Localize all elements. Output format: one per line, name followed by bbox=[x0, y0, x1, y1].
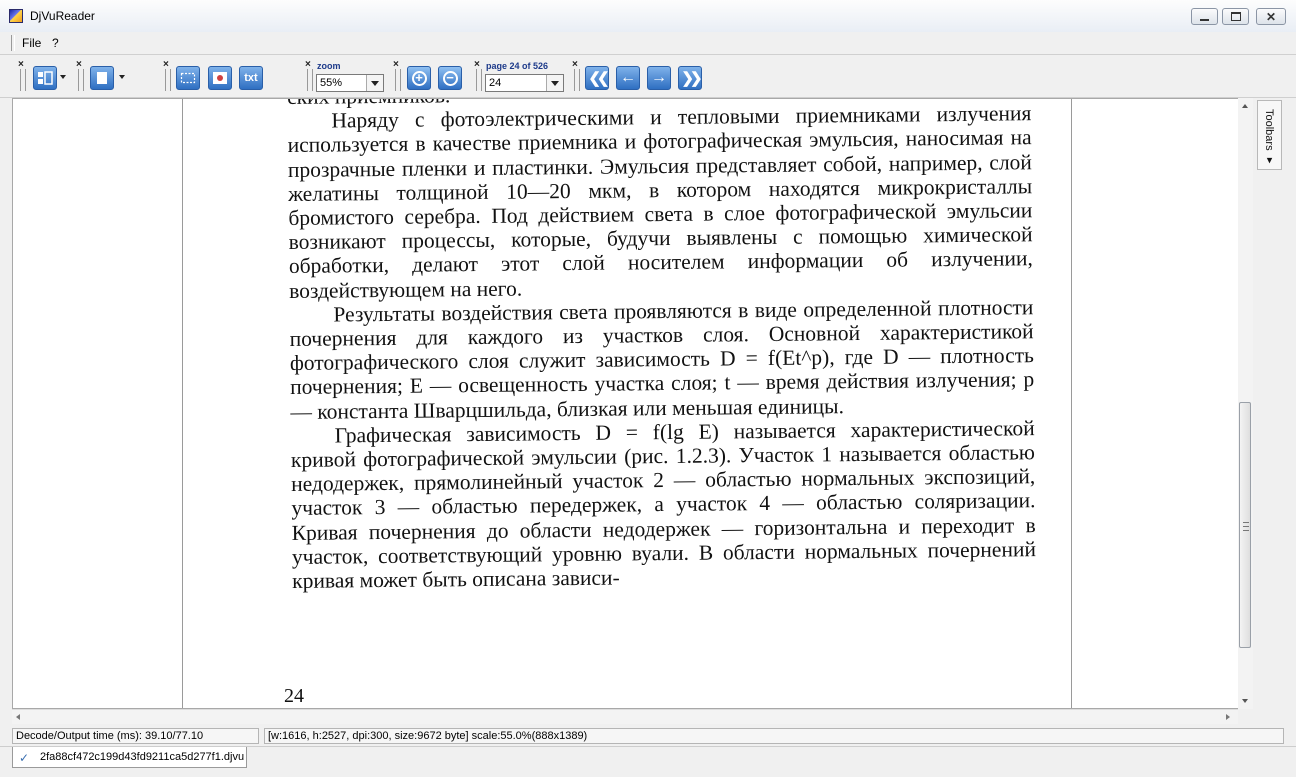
toolbars-side-tab[interactable]: Toolbars ▾ bbox=[1257, 100, 1282, 170]
image-icon bbox=[213, 72, 227, 84]
text-paragraph: Наряду с фотоэлектрическими и тепловыми … bbox=[287, 101, 1033, 303]
window-title: DjVuReader bbox=[30, 9, 95, 23]
scroll-right-icon[interactable] bbox=[1226, 714, 1230, 720]
menu-file[interactable]: File bbox=[22, 36, 41, 50]
page-text: ских приемников. Наряду с фотоэлектричес… bbox=[287, 99, 1037, 594]
double-chevron-right-icon: ❯❯ bbox=[681, 70, 702, 87]
app-icon bbox=[9, 9, 23, 23]
chevron-down-icon[interactable] bbox=[60, 75, 66, 79]
next-page-button[interactable]: → bbox=[647, 66, 671, 90]
double-chevron-left-icon: ❮❮ bbox=[588, 70, 609, 87]
zoom-out-icon: − bbox=[442, 70, 458, 86]
page-layout-button[interactable] bbox=[33, 66, 57, 90]
menu-bar: File ? bbox=[0, 32, 1296, 55]
decode-time-status: Decode/Output time (ms): 39.10/77.10 bbox=[12, 728, 259, 744]
text-paragraph: Результаты воздействия света проявляются… bbox=[289, 295, 1035, 424]
page-number: 24 bbox=[284, 685, 304, 707]
toolbar-grip[interactable] bbox=[78, 69, 84, 91]
document-tab-bar: ✓ 2fa88cf472c199d43fd9211ca5d277f1.djvu bbox=[0, 746, 1296, 777]
page-icon bbox=[97, 72, 107, 84]
grip-icon bbox=[1243, 522, 1249, 531]
previous-page-button[interactable]: ← bbox=[616, 66, 640, 90]
toolbars-label-text: Toolbars bbox=[1263, 109, 1275, 151]
toolbar-grip[interactable] bbox=[20, 69, 26, 91]
zoom-value: 55% bbox=[320, 77, 343, 89]
last-page-button[interactable]: ❯❯ bbox=[678, 66, 703, 90]
title-bar: DjVuReader ✕ bbox=[0, 0, 1296, 33]
toolbar-grip[interactable] bbox=[476, 69, 482, 91]
zoom-out-button[interactable]: − bbox=[438, 66, 462, 90]
document-tab[interactable]: ✓ 2fa88cf472c199d43fd9211ca5d277f1.djvu bbox=[12, 747, 247, 768]
zoom-select[interactable]: 55% bbox=[316, 74, 384, 92]
restore-icon bbox=[1230, 12, 1241, 21]
toolbar: × × × txt × zoom 55% × + − × page 24 of … bbox=[0, 55, 1296, 98]
select-area-button[interactable] bbox=[176, 66, 200, 90]
toolbar-grip[interactable] bbox=[395, 69, 401, 91]
menu-grip[interactable] bbox=[11, 35, 15, 51]
chevron-down-icon[interactable] bbox=[546, 75, 563, 91]
zoom-in-icon: + bbox=[411, 70, 427, 86]
zoom-label: zoom bbox=[317, 61, 341, 71]
chevron-down-icon[interactable] bbox=[366, 75, 383, 91]
menu-help[interactable]: ? bbox=[52, 36, 59, 50]
view-mode-button[interactable] bbox=[90, 66, 114, 90]
scrollbar-thumb[interactable] bbox=[1239, 402, 1251, 648]
minimize-button[interactable] bbox=[1191, 8, 1218, 25]
text-mode-button[interactable]: txt bbox=[239, 66, 263, 90]
close-icon: ✕ bbox=[1265, 9, 1277, 24]
toolbar-grip[interactable] bbox=[307, 69, 313, 91]
toolbar-grip[interactable] bbox=[165, 69, 171, 91]
check-icon: ✓ bbox=[19, 751, 30, 765]
close-button[interactable]: ✕ bbox=[1256, 8, 1286, 25]
text-paragraph: Графическая зависимость D = f(lg E) назы… bbox=[290, 416, 1037, 594]
selection-icon bbox=[180, 72, 196, 84]
image-mode-button[interactable] bbox=[208, 66, 232, 90]
page-value: 24 bbox=[489, 77, 502, 89]
page-layout-icon bbox=[38, 71, 53, 85]
maximize-button[interactable] bbox=[1222, 8, 1249, 25]
page-info-status: [w:1616, h:2527, dpi:300, size:9672 byte… bbox=[264, 728, 1284, 744]
document-viewer[interactable]: ских приемников. Наряду с фотоэлектричес… bbox=[12, 98, 1253, 709]
page-counter-label: page 24 of 526 bbox=[486, 61, 549, 71]
arrow-left-icon: ← bbox=[620, 69, 636, 86]
arrow-right-icon: → bbox=[651, 69, 667, 86]
chevron-down-icon[interactable] bbox=[119, 75, 125, 79]
status-bar: Decode/Output time (ms): 39.10/77.10 [w:… bbox=[0, 726, 1296, 745]
first-page-button[interactable]: ❮❮ bbox=[585, 66, 610, 90]
document-page: ских приемников. Наряду с фотоэлектричес… bbox=[182, 99, 1072, 708]
minimize-icon bbox=[1200, 18, 1209, 21]
toolbar-grip[interactable] bbox=[574, 69, 580, 91]
document-tab-label: 2fa88cf472c199d43fd9211ca5d277f1.djvu bbox=[40, 751, 245, 763]
toolbars-label: Toolbars ▾ bbox=[1263, 109, 1275, 167]
scroll-up-icon[interactable] bbox=[1242, 104, 1248, 108]
zoom-in-button[interactable]: + bbox=[407, 66, 431, 90]
scroll-down-icon[interactable] bbox=[1242, 699, 1248, 703]
page-select[interactable]: 24 bbox=[485, 74, 564, 92]
vertical-scrollbar[interactable] bbox=[1238, 98, 1253, 709]
scroll-left-icon[interactable] bbox=[16, 714, 20, 720]
horizontal-scrollbar[interactable] bbox=[12, 709, 1238, 724]
